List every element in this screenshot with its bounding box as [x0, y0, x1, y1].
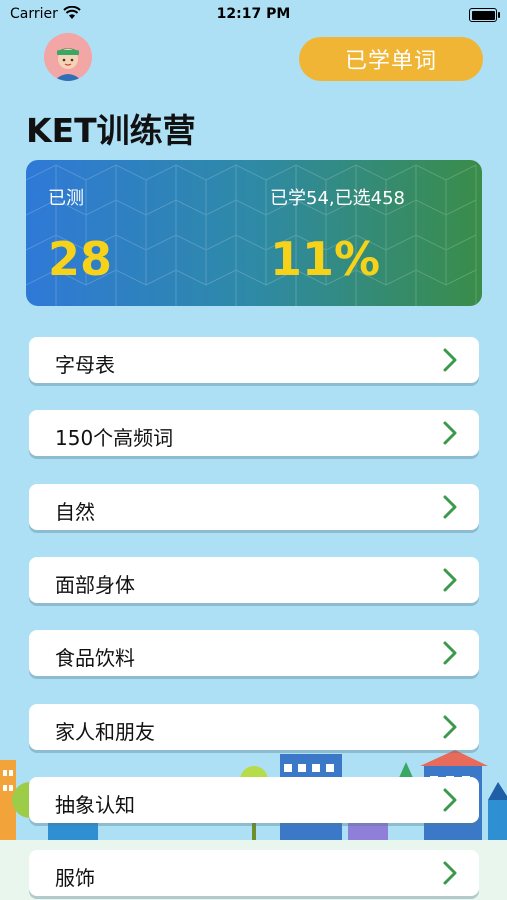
menu-item-label: 面部身体 — [55, 573, 135, 597]
menu-item-label: 抽象认知 — [55, 793, 135, 817]
menu-item-label: 服饰 — [55, 866, 95, 890]
menu-item-label: 家人和朋友 — [55, 720, 155, 744]
menu-item[interactable]: 字母表 — [29, 337, 479, 383]
chevron-right-icon — [443, 421, 457, 445]
menu-item[interactable]: 自然 — [29, 484, 479, 530]
chevron-right-icon — [443, 715, 457, 739]
chevron-right-icon — [443, 788, 457, 812]
chevron-right-icon — [443, 568, 457, 592]
menu-item[interactable]: 面部身体 — [29, 557, 479, 603]
learned-label: 已学54,已选458 — [270, 188, 405, 209]
tested-value: 28 — [48, 232, 113, 286]
battery-icon — [469, 8, 500, 22]
status-bar: Carrier 12:17 PM — [0, 0, 507, 30]
chevron-right-icon — [443, 641, 457, 665]
chevron-right-icon — [443, 495, 457, 519]
menu-item-label: 自然 — [55, 500, 95, 524]
menu-item-label: 字母表 — [55, 353, 115, 377]
chevron-right-icon — [443, 348, 457, 372]
tested-label: 已测 — [48, 188, 84, 209]
menu-item[interactable]: 150个高频词 — [29, 410, 479, 456]
avatar[interactable] — [44, 33, 92, 81]
learned-percent: 11% — [270, 232, 381, 286]
menu-item[interactable]: 服饰 — [29, 850, 479, 896]
menu-item[interactable]: 抽象认知 — [29, 777, 479, 823]
menu-item[interactable]: 家人和朋友 — [29, 704, 479, 750]
menu-item-label: 食品饮料 — [55, 646, 135, 670]
stats-card: 已测 28 已学54,已选458 11% — [26, 160, 482, 306]
menu-item-label: 150个高频词 — [55, 426, 174, 450]
clock: 12:17 PM — [216, 6, 291, 22]
menu-item[interactable]: 食品饮料 — [29, 630, 479, 676]
learned-words-button[interactable]: 已学单词 — [299, 37, 483, 81]
chevron-right-icon — [443, 861, 457, 885]
page-title: KET训练营 — [26, 111, 196, 150]
